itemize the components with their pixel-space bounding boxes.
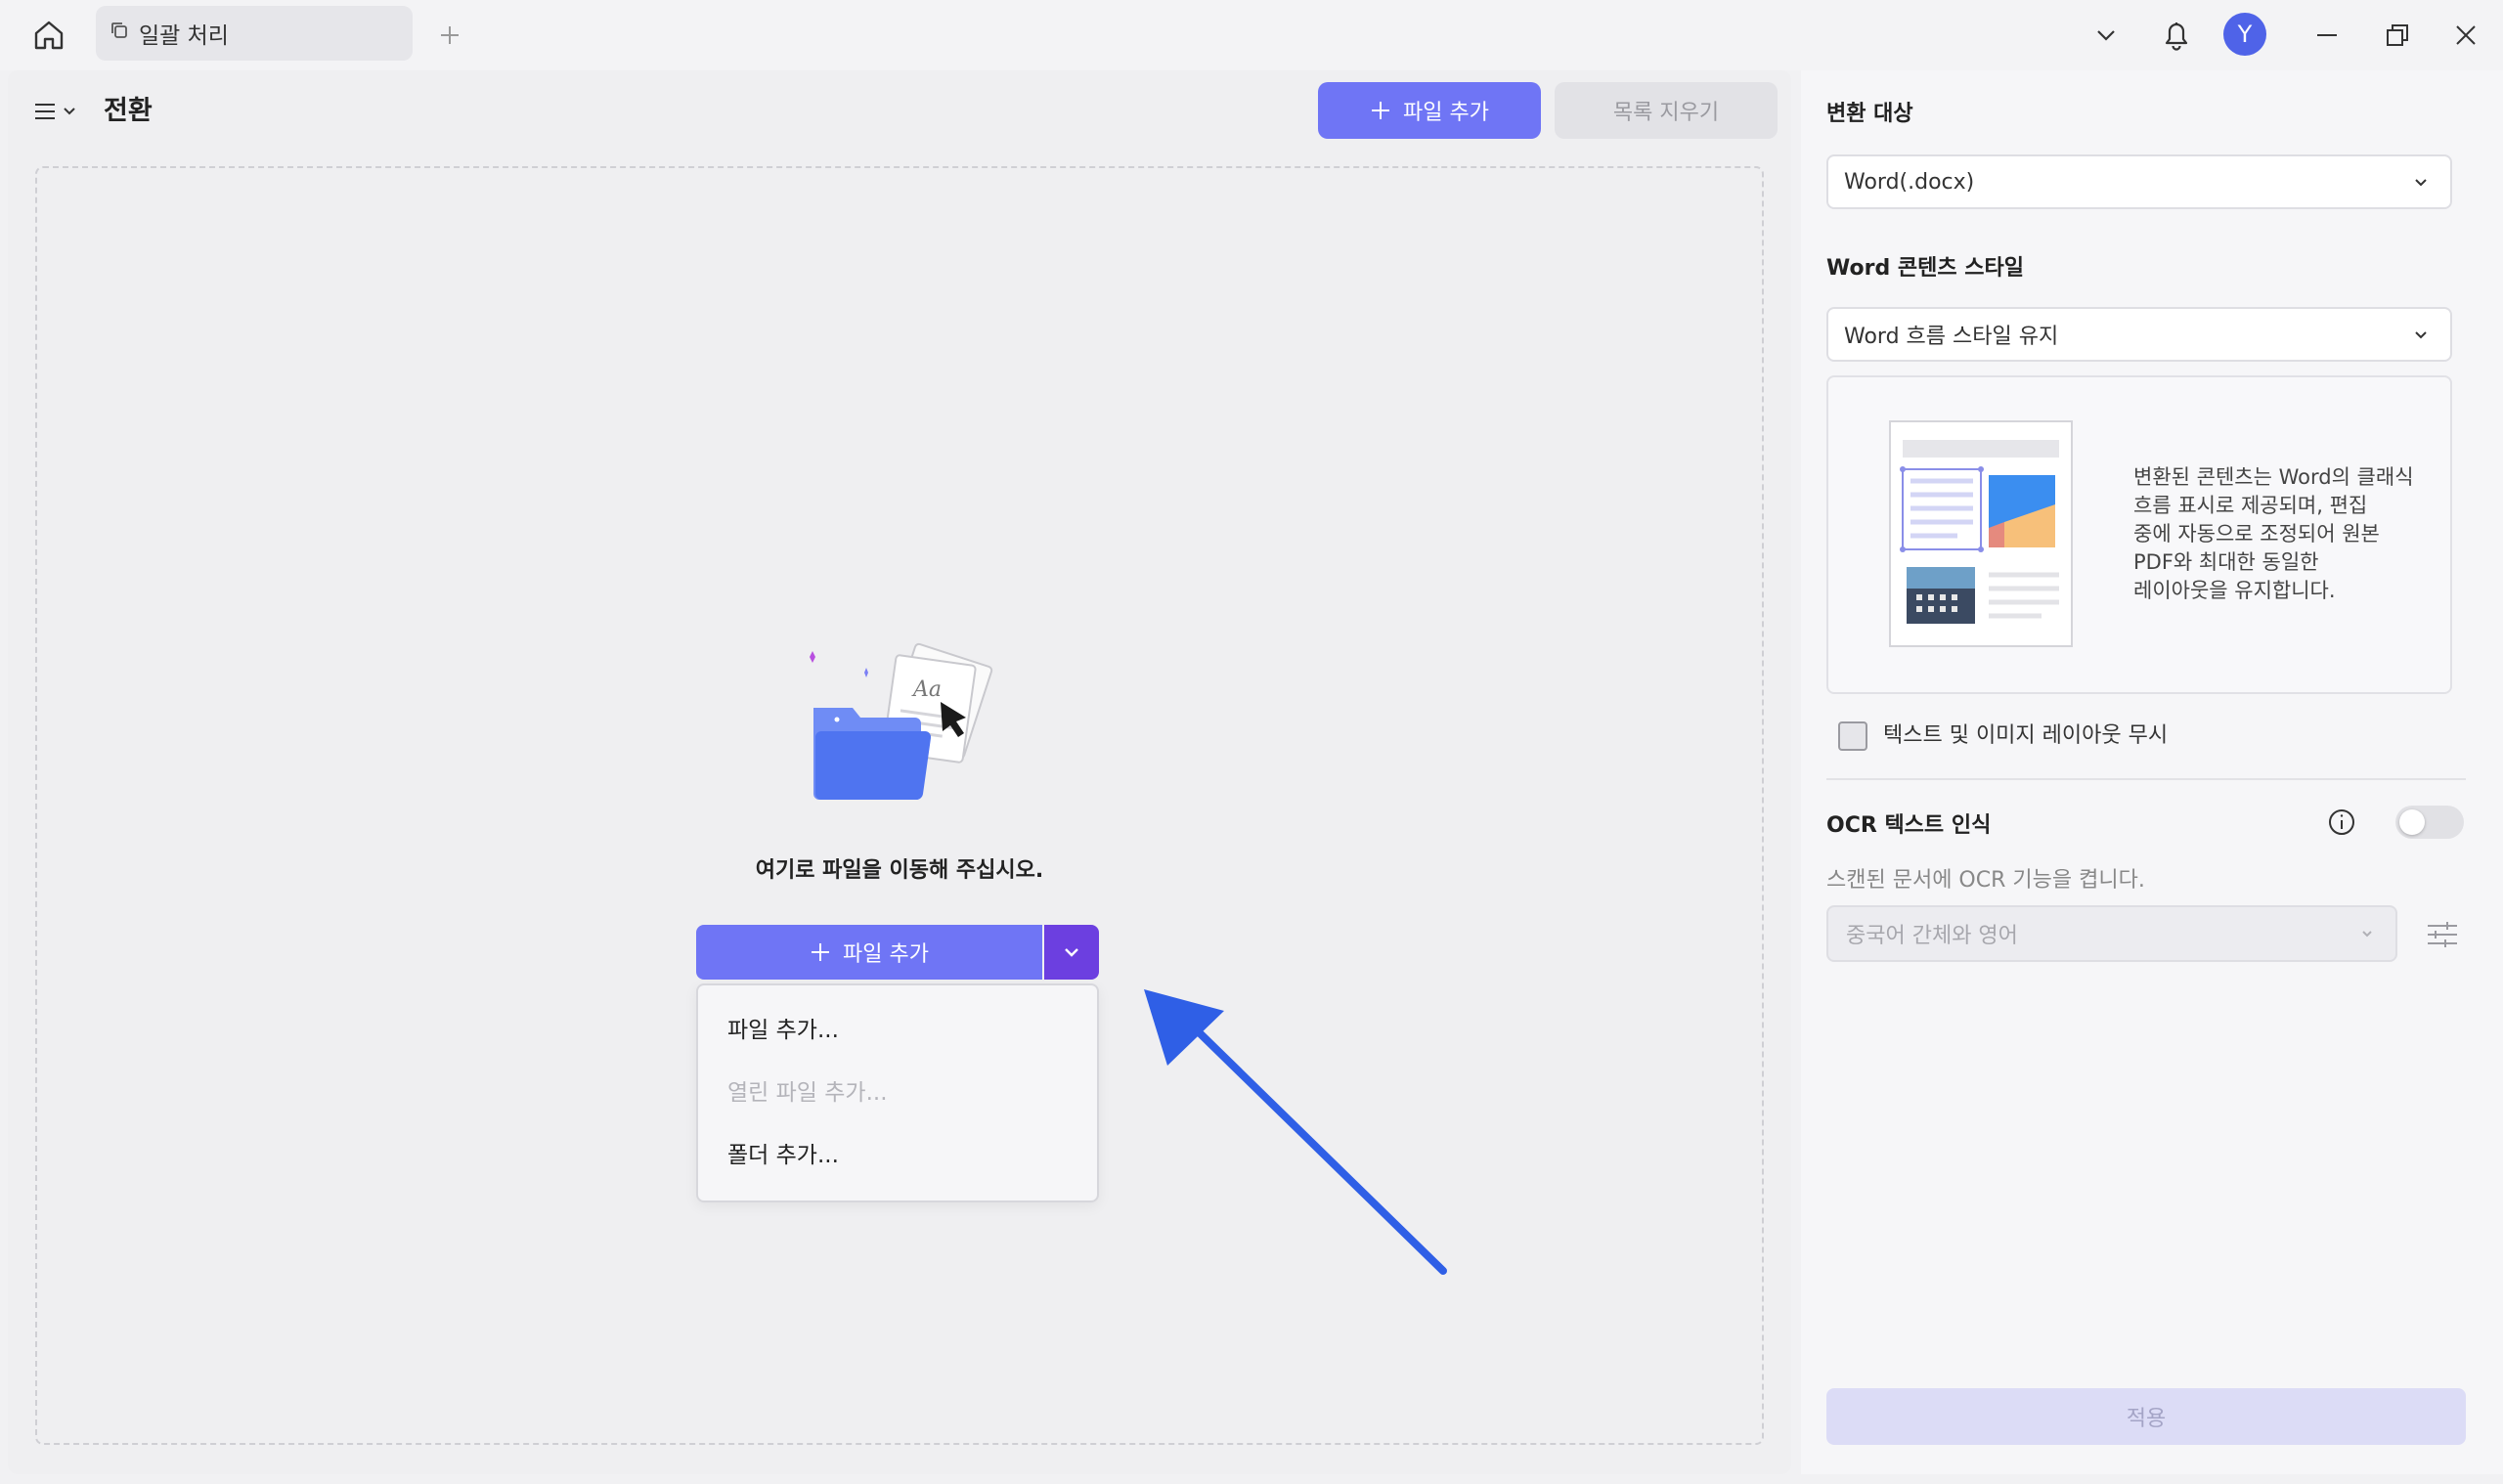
style-description: 변환된 콘텐츠는 Word의 클래식 흐름 표시로 제공되며, 편집 중에 자동…	[2133, 463, 2437, 605]
divider	[1826, 778, 2466, 780]
style-description-line: 레이아웃을 유지합니다.	[2133, 579, 2336, 602]
page-title: 전환	[104, 96, 153, 126]
home-icon[interactable]	[27, 14, 70, 57]
plus-icon	[812, 943, 830, 961]
tab-copy-icon	[110, 21, 129, 46]
restore-icon[interactable]	[2376, 14, 2419, 57]
style-description-line: 중에 자동으로 조정되어 원본	[2133, 522, 2380, 546]
add-file-button[interactable]: 파일 추가	[1318, 82, 1541, 139]
add-file-dropdown-toggle[interactable]	[1044, 925, 1099, 980]
clear-list-button[interactable]: 목록 지우기	[1555, 82, 1778, 139]
ocr-label: OCR 텍스트 인식	[1826, 813, 1992, 838]
content-style-label: Word 콘텐츠 스타일	[1826, 256, 2024, 281]
ocr-settings-sliders-icon[interactable]	[2421, 915, 2464, 954]
style-description-line: 변환된 콘텐츠는 Word의 클래식	[2133, 465, 2414, 489]
menu-item-add-open-file: 열린 파일 추가...	[727, 1080, 888, 1106]
chevron-down-icon	[2362, 931, 2372, 938]
tab-batch-process[interactable]: 일괄 처리	[96, 6, 413, 61]
close-icon[interactable]	[2444, 14, 2487, 57]
add-file-menu: 파일 추가... 열린 파일 추가... 폴더 추가...	[696, 983, 1099, 1202]
content-style-select[interactable]: Word 흐름 스타일 유지	[1826, 307, 2452, 362]
ignore-layout-checkbox[interactable]	[1838, 721, 1867, 751]
annotation-arrow	[1144, 989, 1447, 1275]
user-avatar[interactable]: Y	[2223, 13, 2266, 56]
menu-item-add-file[interactable]: 파일 추가...	[727, 1011, 839, 1044]
new-tab-plus-icon[interactable]	[430, 16, 469, 55]
add-file-main-button[interactable]: 파일 추가	[696, 925, 1042, 980]
convert-target-label: 변환 대상	[1826, 102, 1913, 126]
hamburger-menu-icon[interactable]	[33, 94, 82, 129]
document-preview-illustration	[1889, 420, 2073, 647]
tab-label: 일괄 처리	[139, 23, 229, 49]
ocr-language-value: 중국어 간체와 영어	[1846, 924, 2018, 948]
drop-prompt-text: 여기로 파일을 이동해 주십시오.	[755, 858, 1044, 883]
menu-item-add-folder[interactable]: 폴더 추가...	[727, 1136, 839, 1169]
info-icon[interactable]	[2325, 806, 2358, 839]
convert-target-value: Word(.docx)	[1844, 169, 1975, 195]
chevron-down-icon[interactable]	[2085, 14, 2128, 57]
add-file-label: 파일 추가	[1403, 101, 1489, 125]
style-description-line: PDF와 최대한 동일한	[2133, 550, 2319, 574]
illustration-aa-text: Aa	[911, 677, 942, 702]
chevron-down-icon	[1065, 948, 1078, 957]
ocr-language-select: 중국어 간체와 영어	[1826, 905, 2397, 962]
style-description-line: 흐름 표시로 제공되며, 편집	[2133, 494, 2368, 517]
convert-target-select[interactable]: Word(.docx)	[1826, 154, 2452, 209]
ocr-toggle[interactable]	[2395, 806, 2464, 839]
ignore-layout-label: 텍스트 및 이미지 레이아웃 무시	[1883, 723, 2169, 748]
minimize-icon[interactable]	[2305, 14, 2349, 57]
bell-icon[interactable]	[2155, 14, 2198, 57]
apply-button[interactable]: 적용	[1826, 1388, 2466, 1445]
chevron-down-icon	[2415, 179, 2427, 187]
ocr-description: 스캔된 문서에 OCR 기능을 켭니다.	[1826, 868, 2145, 893]
add-file-main-label: 파일 추가	[843, 942, 929, 967]
content-style-value: Word 흐름 스타일 유지	[1844, 325, 2059, 349]
plus-icon	[1372, 102, 1390, 119]
folder-documents-illustration: Aa	[810, 642, 993, 801]
chevron-down-icon	[2415, 331, 2427, 339]
